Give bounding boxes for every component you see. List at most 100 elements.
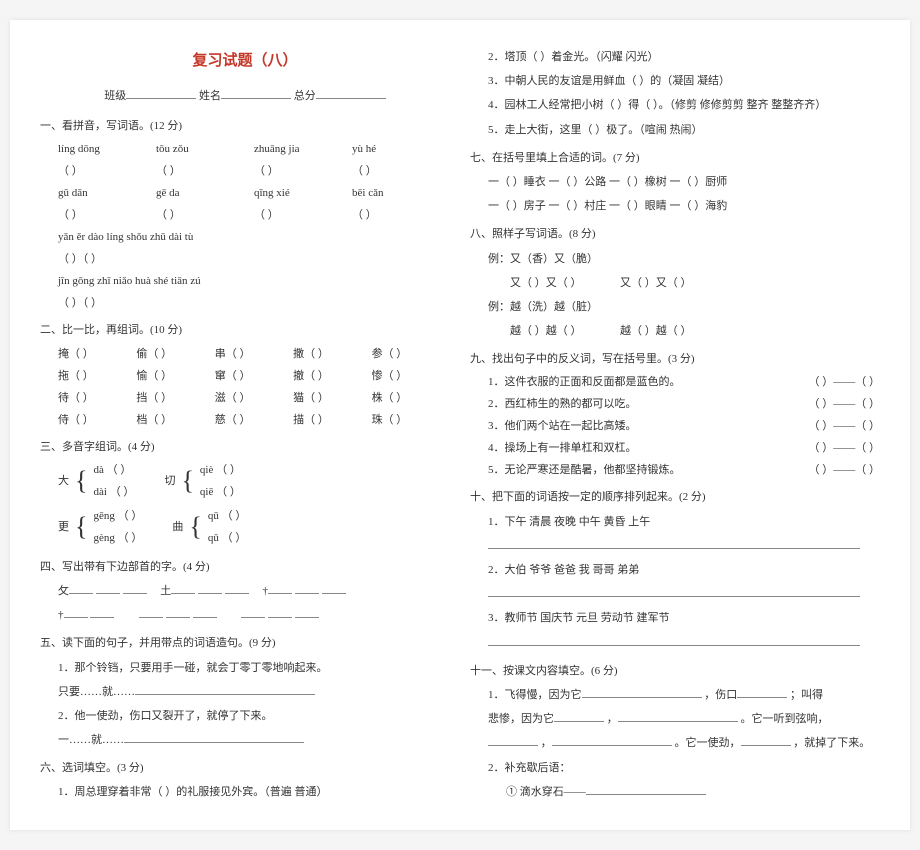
s11-l2b: ， bbox=[607, 713, 618, 725]
pinyin: líng dōng bbox=[58, 138, 156, 160]
s6-q1: 1．周总理穿着非常（ ）的礼服接见外宾。（普遍 普通） bbox=[58, 780, 450, 804]
cell: 撤（ ） bbox=[293, 365, 371, 387]
pinyin: yù hé bbox=[352, 138, 450, 160]
brace-icon: { bbox=[75, 468, 87, 494]
s11-l3b: 。它一使劲， bbox=[675, 737, 741, 749]
left-column: 复习试题（八） 班级 姓名 总分 一、看拼音，写词语。(12 分) líng d… bbox=[40, 45, 450, 805]
s5-q2-pattern: 一……就…… bbox=[58, 734, 124, 746]
s6-q3: 3．中朝人民的友谊是用鲜血（ ）的（凝固 凝结） bbox=[488, 69, 880, 93]
pinyin: qiè bbox=[200, 464, 213, 476]
blank: （ ） bbox=[156, 160, 254, 182]
section-8: 八、照样子写词语。(8 分) 例：又（香）又（脆） 又（ ）又（ ） 又（ ）又… bbox=[470, 222, 880, 343]
label-score: 总分 bbox=[294, 90, 316, 102]
section-9: 九、找出句子中的反义词，写在括号里。(3 分) 1．这件衣服的正面和反面都是蓝色… bbox=[470, 347, 880, 481]
pinyin: dà bbox=[93, 464, 103, 476]
s11-l3c: ，就掉了下来。 bbox=[793, 737, 870, 749]
s6-head: 六、选词填空。(3 分) bbox=[40, 756, 450, 780]
s10-item: 2．大伯 爷爷 爸爸 我 哥哥 弟弟 bbox=[488, 558, 880, 582]
blank: （ ） bbox=[58, 204, 156, 226]
char: 切 bbox=[164, 470, 175, 492]
s8-l2b: 越（ ）越（ ） bbox=[620, 325, 692, 337]
char: 大 bbox=[58, 470, 69, 492]
s10-item: 1．下午 清晨 夜晚 中午 黄昏 上午 bbox=[488, 510, 880, 534]
pinyin: qiē bbox=[200, 486, 213, 498]
s2-head: 二、比一比，再组词。(10 分) bbox=[40, 318, 450, 342]
cell: 掩（ ） bbox=[58, 343, 136, 365]
pinyin: gēng bbox=[93, 510, 114, 522]
s7-l1: 一（ ）睡衣 一（ ）公路 一（ ）橡树 一（ ）厨师 bbox=[488, 170, 880, 194]
s5-q1: 1．那个铃铛，只要用手一碰，就会丁零丁零地响起来。 bbox=[58, 656, 450, 680]
right-column: 2．塔顶（ ）着金光。（闪耀 闪光） 3．中朝人民的友谊是用鲜血（ ）的（凝固 … bbox=[470, 45, 880, 805]
pinyin: gē da bbox=[156, 182, 254, 204]
s9-tail: （ ）——（ ） bbox=[809, 437, 881, 459]
cell: 挡（ ） bbox=[136, 387, 214, 409]
blank: （ ） bbox=[352, 204, 450, 226]
cell: 愉（ ） bbox=[136, 365, 214, 387]
cell: 档（ ） bbox=[136, 409, 214, 431]
section-3: 三、多音字组词。(4 分) 大 { dà （ ） dài （ ） 切 bbox=[40, 435, 450, 551]
cell: 窜（ ） bbox=[215, 365, 293, 387]
cell: 株（ ） bbox=[372, 387, 450, 409]
s10-item: 3．教师节 国庆节 元旦 劳动节 建军节 bbox=[488, 606, 880, 630]
radical: 土 bbox=[160, 585, 171, 597]
cell: 猫（ ） bbox=[293, 387, 371, 409]
exam-sheet: 复习试题（八） 班级 姓名 总分 一、看拼音，写词语。(12 分) líng d… bbox=[10, 20, 910, 830]
pinyin: qīng xié bbox=[254, 182, 352, 204]
pinyin: gū dān bbox=[58, 182, 156, 204]
s8-e2: 例：越（洗）越（脏） bbox=[488, 295, 880, 319]
cell: 惨（ ） bbox=[372, 365, 450, 387]
brace-icon: { bbox=[189, 514, 201, 540]
cell: 串（ ） bbox=[215, 343, 293, 365]
pinyin-line: jīn gōng zhī niǎo huà shé tiān zú bbox=[58, 270, 450, 292]
label-class: 班级 bbox=[104, 90, 126, 102]
blank: （ ） bbox=[58, 160, 156, 182]
s6-q2: 2．塔顶（ ）着金光。（闪耀 闪光） bbox=[488, 45, 880, 69]
s11-l3a: ， bbox=[541, 737, 552, 749]
section-1: 一、看拼音，写词语。(12 分) líng dōng tōu zǒu zhuān… bbox=[40, 114, 450, 314]
s9-item: 3．他们两个站在一起比高矮。 bbox=[488, 415, 809, 437]
brace-icon: { bbox=[181, 468, 193, 494]
s10-head: 十、把下面的词语按一定的顺序排列起来。(2 分) bbox=[470, 485, 880, 509]
cell: 慈（ ） bbox=[215, 409, 293, 431]
section-11: 十一、按课文内容填空。(6 分) 1．飞得慢，因为它 ，伤口 ；叫得 悲惨，因为… bbox=[470, 659, 880, 804]
section-2: 二、比一比，再组词。(10 分) 掩（ ） 偷（ ） 串（ ） 撒（ ） 参（ … bbox=[40, 318, 450, 430]
cell: 侍（ ） bbox=[58, 409, 136, 431]
blank: （ ） bbox=[352, 160, 450, 182]
cell: 滋（ ） bbox=[215, 387, 293, 409]
s11-l2c: 。它一听到弦响， bbox=[741, 713, 829, 725]
s9-tail: （ ）——（ ） bbox=[809, 371, 881, 393]
s11-l2a: 悲惨，因为它 bbox=[488, 713, 554, 725]
s11-l1b: ，伤口 bbox=[704, 689, 737, 701]
exam-title: 复习试题（八） bbox=[40, 45, 450, 78]
blank-line: （ ）（ ） bbox=[58, 292, 450, 314]
blank-line: （ ）（ ） bbox=[58, 248, 450, 270]
pinyin: zhuāng jia bbox=[254, 138, 352, 160]
section-4: 四、写出带有下边部首的字。(4 分) 攵 土 † † bbox=[40, 555, 450, 628]
s5-head: 五、读下面的句子，并用带点的词语造句。(9 分) bbox=[40, 631, 450, 655]
s11-l4: 2．补充歇后语： bbox=[488, 756, 880, 780]
s11-head: 十一、按课文内容填空。(6 分) bbox=[470, 659, 880, 683]
s5-q2: 2．他一使劲，伤口又裂开了，就停了下来。 bbox=[58, 704, 450, 728]
s6-q5: 5．走上大街，这里（ ）极了。（喧闹 热闹） bbox=[488, 118, 880, 142]
s9-item: 2．西红柿生的熟的都可以吃。 bbox=[488, 393, 809, 415]
cell: 描（ ） bbox=[293, 409, 371, 431]
pinyin-line: yǎn ěr dào líng shǒu zhū dài tù bbox=[58, 226, 450, 248]
cell: 偷（ ） bbox=[136, 343, 214, 365]
brace-icon: { bbox=[75, 514, 87, 540]
cell: 珠（ ） bbox=[372, 409, 450, 431]
section-7: 七、在括号里填上合适的词。(7 分) 一（ ）睡衣 一（ ）公路 一（ ）橡树 … bbox=[470, 146, 880, 219]
s8-head: 八、照样子写词语。(8 分) bbox=[470, 222, 880, 246]
s5-q1-pattern: 只要……就…… bbox=[58, 686, 135, 698]
pinyin: tōu zǒu bbox=[156, 138, 254, 160]
s4-head: 四、写出带有下边部首的字。(4 分) bbox=[40, 555, 450, 579]
s8-l1b: 又（ ）又（ ） bbox=[620, 277, 692, 289]
blank: （ ） bbox=[156, 204, 254, 226]
char: 更 bbox=[58, 516, 69, 538]
pinyin: gèng bbox=[93, 532, 114, 544]
label-name: 姓名 bbox=[199, 90, 221, 102]
s11-l5: ① 滴水穿石—— bbox=[506, 786, 586, 798]
s3-head: 三、多音字组词。(4 分) bbox=[40, 435, 450, 459]
s9-item: 4．操场上有一排单杠和双杠。 bbox=[488, 437, 809, 459]
cell: 撒（ ） bbox=[293, 343, 371, 365]
s11-l1c: ；叫得 bbox=[790, 689, 823, 701]
